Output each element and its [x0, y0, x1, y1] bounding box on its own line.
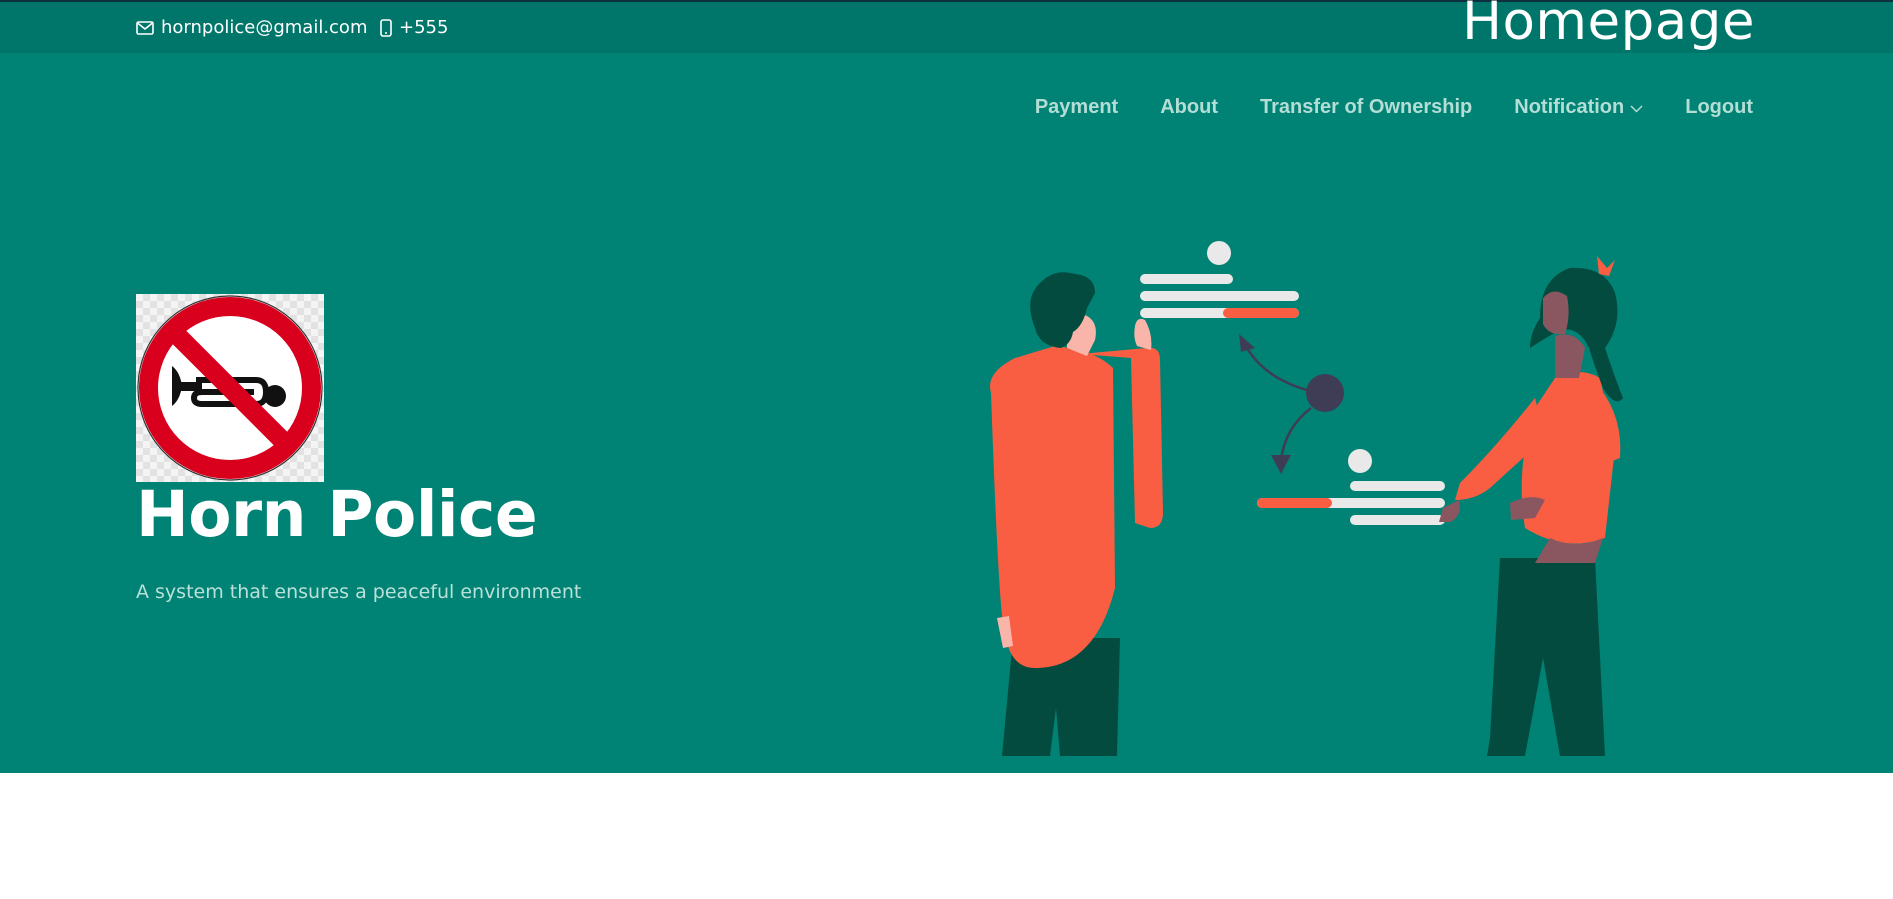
main-nav: Payment About Transfer of Ownership Noti… [1035, 96, 1753, 119]
contact-phone-text: +555 [399, 17, 449, 38]
contact-phone[interactable]: +555 [380, 17, 448, 38]
chevron-down-icon [1630, 96, 1643, 119]
hero-section: Payment About Transfer of Ownership Noti… [0, 53, 1893, 773]
nav-transfer-label: Transfer of Ownership [1259, 96, 1473, 118]
top-bar: hornpolice@gmail.com +555 Homepage [0, 0, 1893, 53]
nav-notification[interactable]: Notification [1514, 96, 1643, 119]
nav-transfer-of-ownership[interactable]: Transfer of Ownership [1260, 96, 1472, 119]
contact-email[interactable]: hornpolice@gmail.com [136, 17, 367, 38]
contact-email-text: hornpolice@gmail.com [161, 17, 368, 38]
site-title: Horn Police [136, 478, 538, 551]
envelope-icon [136, 20, 154, 35]
site-tagline: A system that ensures a peaceful environ… [136, 581, 582, 603]
page-heading: Homepage [1462, 0, 1755, 52]
nav-notification-label: Notification [1514, 96, 1625, 118]
nav-about-label: About [1160, 96, 1218, 118]
nav-logout-label: Logout [1685, 96, 1753, 118]
phone-icon [380, 18, 392, 37]
nav-payment[interactable]: Payment [1035, 96, 1118, 119]
data-exchange-illustration [990, 241, 1623, 756]
nav-logout[interactable]: Logout [1685, 96, 1753, 119]
no-horn-sign-icon [137, 295, 323, 481]
nav-about[interactable]: About [1160, 96, 1218, 119]
nav-payment-label: Payment [1034, 96, 1119, 118]
no-horn-sign-logo [136, 294, 324, 482]
